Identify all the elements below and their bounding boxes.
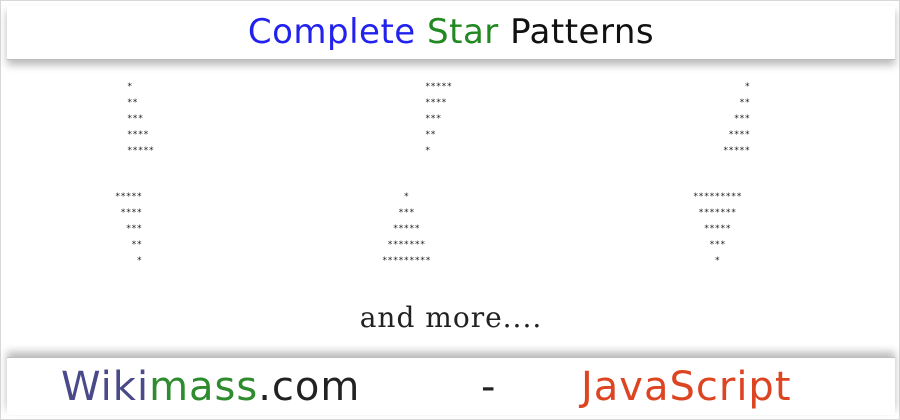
star-row: **	[127, 98, 138, 108]
site-brand: Wikimass.com	[61, 362, 360, 412]
star-row: *****	[723, 146, 751, 156]
star-row: **	[723, 98, 751, 108]
pattern-left-triangle: * ** *** **** *****	[723, 79, 843, 169]
star-row: **	[425, 130, 436, 140]
title-word-patterns: Patterns	[510, 12, 655, 52]
pattern-inverted-pyramid: ********* ******* ***** *** *	[693, 189, 813, 279]
star-row: *****	[382, 224, 420, 234]
star-row: ***	[382, 208, 415, 218]
footer-bar: Wikimass.com - JavaScript	[7, 357, 895, 415]
star-row: *********	[693, 192, 742, 202]
star-row: *****	[127, 146, 155, 156]
header-bar: Complete Star Patterns	[7, 6, 895, 60]
star-row: *******	[382, 240, 426, 250]
pattern-right-triangle: * ** *** **** *****	[127, 79, 247, 169]
brand-dotcom: .com	[258, 364, 361, 410]
title-word-complete: Complete	[247, 12, 416, 52]
star-row: ***	[425, 114, 442, 124]
star-row: *****	[115, 192, 143, 202]
star-row: *******	[693, 208, 737, 218]
brand-wiki: Wiki	[61, 364, 150, 410]
language-label: JavaScript	[581, 364, 792, 410]
star-row: ****	[723, 130, 751, 140]
star-row: ****	[115, 208, 143, 218]
star-row: *********	[382, 256, 431, 266]
page-title: Complete Star Patterns	[7, 6, 895, 58]
star-row: ****	[127, 130, 149, 140]
star-row: **	[115, 240, 143, 250]
star-row: *****	[425, 82, 453, 92]
brand-mass: mass	[149, 364, 259, 410]
star-row: *	[425, 146, 431, 156]
pattern-pyramid: * *** ***** ******* *********	[382, 189, 502, 279]
star-row: *	[127, 82, 133, 92]
star-row: *	[693, 256, 721, 266]
star-row: *	[723, 82, 751, 92]
pattern-inverted-left-triangle: ***** **** *** ** *	[115, 189, 235, 279]
star-row: ***	[115, 224, 143, 234]
star-row: *	[115, 256, 143, 266]
star-row: ****	[425, 98, 447, 108]
separator: -	[481, 364, 496, 410]
star-row: ***	[693, 240, 726, 250]
pattern-inverted-right-triangle: ***** **** *** ** *	[425, 79, 545, 169]
star-row: *****	[693, 224, 731, 234]
and-more-caption: and more....	[359, 301, 543, 334]
banner-frame: Complete Star Patterns * ** *** **** ***…	[0, 0, 900, 420]
star-row: ***	[127, 114, 144, 124]
star-row: ***	[723, 114, 751, 124]
title-word-star: Star	[427, 12, 499, 52]
star-row: *	[382, 192, 410, 202]
